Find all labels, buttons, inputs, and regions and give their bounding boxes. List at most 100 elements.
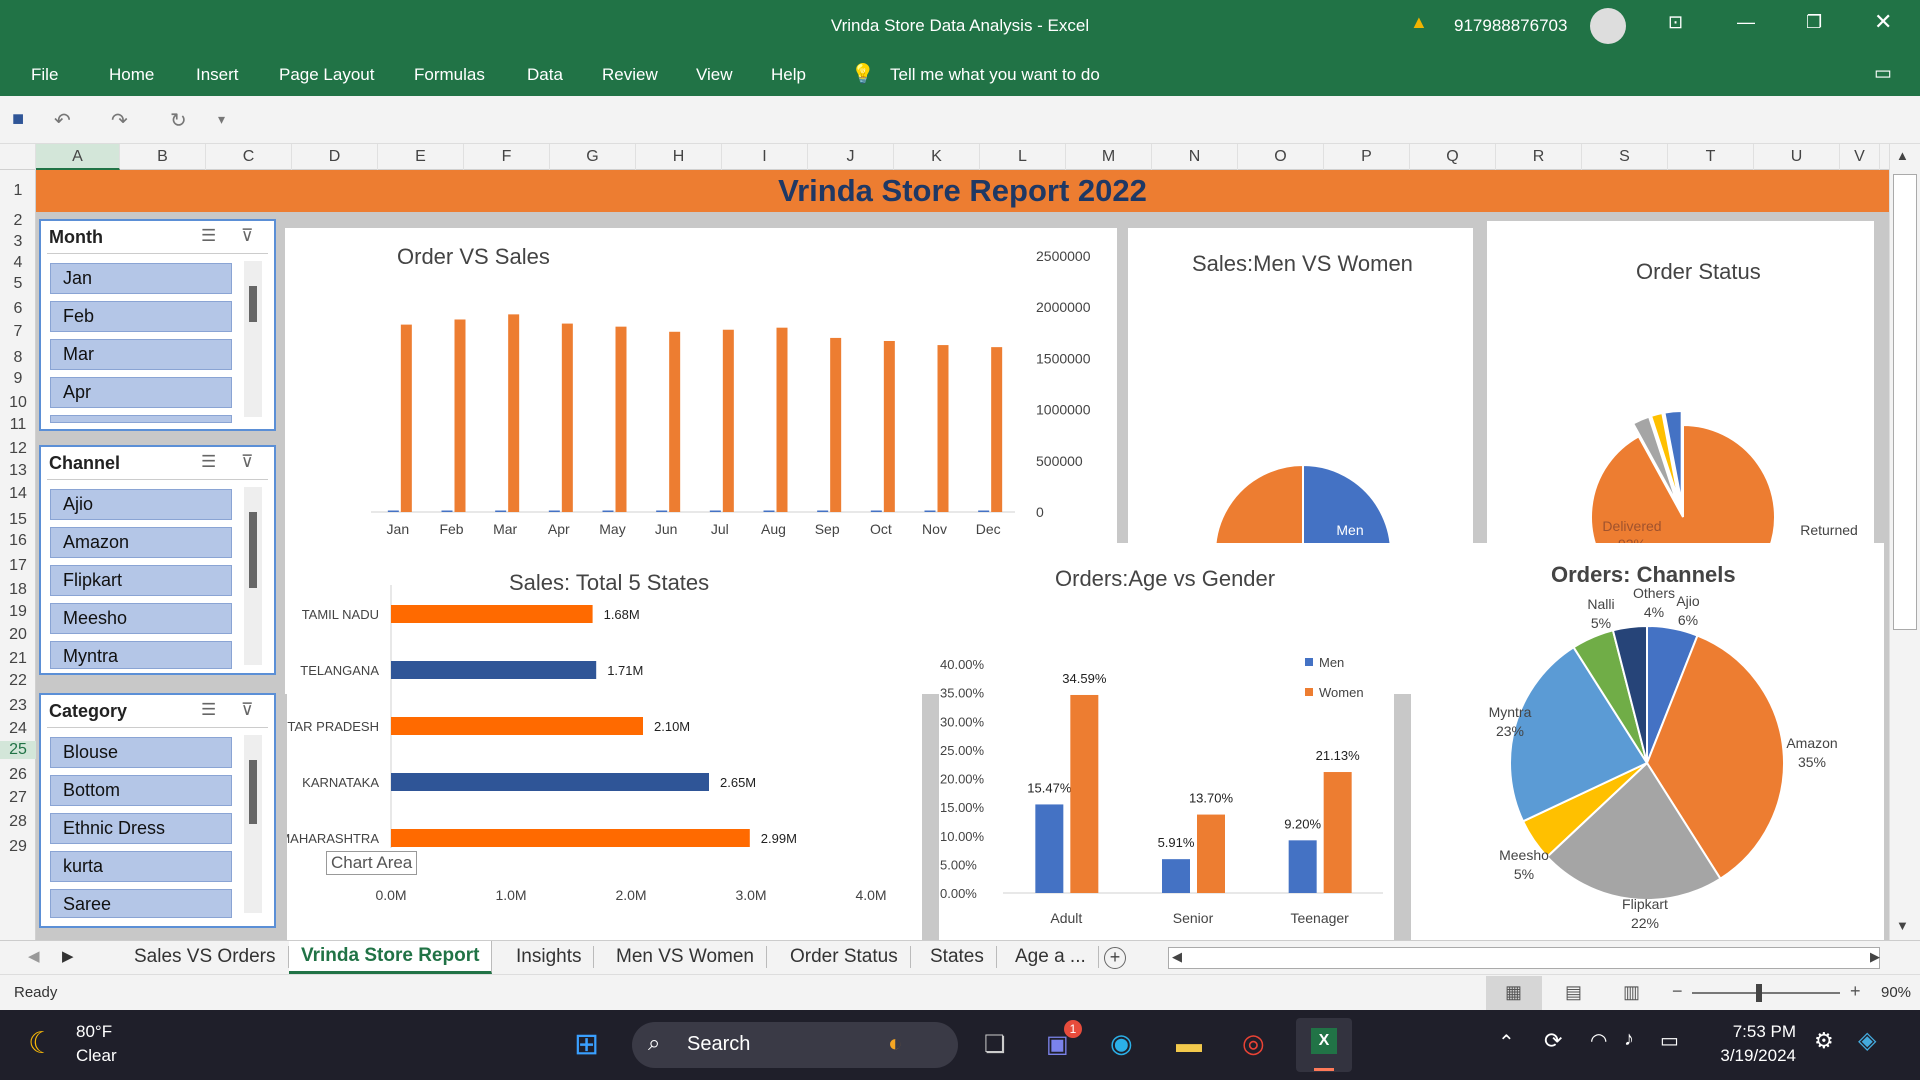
account-phone[interactable]: 917988876703 xyxy=(1454,16,1567,36)
battery-icon[interactable]: ▭ xyxy=(1660,1028,1679,1053)
undo-icon[interactable]: ↶ xyxy=(54,108,71,133)
slicer-item-bottom[interactable]: Bottom xyxy=(50,775,232,806)
chart-age-vs-gender[interactable]: Orders:Age vs Gender 40.00% 35.00% 30.00% 2… xyxy=(939,543,1394,940)
slicer-scrollbar[interactable] xyxy=(244,487,262,665)
row-header-23[interactable]: 23 xyxy=(0,697,36,715)
tell-me-box[interactable]: Tell me what you want to do xyxy=(890,65,1100,85)
column-header-g[interactable]: G xyxy=(550,144,636,170)
slicer-item-ethnic-dress[interactable]: Ethnic Dress xyxy=(50,813,232,844)
column-header-u[interactable]: U xyxy=(1754,144,1840,170)
multi-select-icon[interactable]: ☰ xyxy=(201,226,216,246)
tab-home[interactable]: Home xyxy=(109,65,154,85)
slicer-scrollbar[interactable] xyxy=(244,735,262,913)
redo-icon[interactable]: ↷ xyxy=(111,108,128,133)
slicer-category[interactable]: Category ☰ ⊽ Blouse Bottom Ethnic Dress … xyxy=(39,693,276,928)
slicer-item-blouse[interactable]: Blouse xyxy=(50,737,232,768)
row-header-17[interactable]: 17 xyxy=(0,557,36,575)
tab-file[interactable]: File xyxy=(31,65,58,85)
column-header-i[interactable]: I xyxy=(722,144,808,170)
row-header-13[interactable]: 13 xyxy=(0,462,36,480)
comments-icon[interactable]: ▭ xyxy=(1874,62,1892,85)
task-view-icon[interactable]: ❏ xyxy=(984,1030,1006,1059)
wifi-icon[interactable]: ◠ xyxy=(1590,1028,1607,1053)
multi-select-icon[interactable]: ☰ xyxy=(201,452,216,472)
column-header-r[interactable]: R xyxy=(1496,144,1582,170)
column-header-j[interactable]: J xyxy=(808,144,894,170)
tab-data[interactable]: Data xyxy=(527,65,563,85)
clock-date[interactable]: 3/19/2024 xyxy=(1714,1046,1796,1066)
slicer-item-feb[interactable]: Feb xyxy=(50,301,232,332)
refresh-icon[interactable]: ↻ xyxy=(170,108,187,133)
chart-channels[interactable]: Orders: Channels Ajio 6% Amazon 35% Flipkart… xyxy=(1411,543,1884,940)
row-header-3[interactable]: 3 xyxy=(0,233,36,251)
tab-review[interactable]: Review xyxy=(602,65,658,85)
row-header-12[interactable]: 12 xyxy=(0,440,36,458)
tab-insert[interactable]: Insert xyxy=(196,65,239,85)
moon-icon[interactable]: ☾ xyxy=(28,1026,55,1061)
sync-icon[interactable]: ⟳ xyxy=(1544,1028,1562,1054)
ribbon-display-icon[interactable]: ⊡ xyxy=(1668,12,1683,33)
row-header-5[interactable]: 5 xyxy=(0,275,36,293)
sheet-tab-men-vs-women[interactable]: Men VS Women xyxy=(604,946,767,968)
customize-toolbar-icon[interactable]: ▾ xyxy=(218,111,225,128)
select-all-corner[interactable] xyxy=(0,144,36,170)
row-header-15[interactable]: 15 xyxy=(0,511,36,529)
column-header-b[interactable]: B xyxy=(120,144,206,170)
row-header-27[interactable]: 27 xyxy=(0,789,36,807)
tab-formulas[interactable]: Formulas xyxy=(414,65,485,85)
taskbar-search-box[interactable] xyxy=(632,1022,958,1068)
slicer-item-amazon[interactable]: Amazon xyxy=(50,527,232,558)
tab-view[interactable]: View xyxy=(696,65,733,85)
column-header-m[interactable]: M xyxy=(1066,144,1152,170)
column-header-d[interactable]: D xyxy=(292,144,378,170)
close-icon[interactable]: ✕ xyxy=(1874,9,1892,35)
row-header-11[interactable]: 11 xyxy=(0,416,36,434)
vertical-scrollbar[interactable]: ▲ ▼ xyxy=(1889,144,1920,940)
slicer-scrollbar[interactable] xyxy=(244,261,262,417)
slicer-item-apr[interactable]: Apr xyxy=(50,377,232,408)
row-header-24[interactable]: 24 xyxy=(0,720,36,738)
minimize-icon[interactable]: — xyxy=(1737,12,1755,33)
row-header-29[interactable]: 29 xyxy=(0,838,36,856)
sheet-tab-insights[interactable]: Insights xyxy=(504,946,595,968)
row-header-21[interactable]: 21 xyxy=(0,650,36,668)
account-icon[interactable] xyxy=(1590,8,1626,44)
row-header-28[interactable]: 28 xyxy=(0,813,36,831)
show-hidden-icons[interactable]: ⌃ xyxy=(1498,1030,1515,1055)
volume-icon[interactable]: ♪ xyxy=(1624,1028,1634,1051)
zoom-out-icon[interactable]: − xyxy=(1672,981,1683,1002)
scroll-right-icon[interactable]: ▶ xyxy=(1870,949,1880,965)
slicer-item-jan[interactable]: Jan xyxy=(50,263,232,294)
save-icon[interactable]: ■ xyxy=(12,108,24,131)
row-header-7[interactable]: 7 xyxy=(0,323,36,341)
horizontal-scrollbar[interactable] xyxy=(1168,947,1880,969)
tab-help[interactable]: Help xyxy=(771,65,806,85)
slicer-month[interactable]: Month ☰ ⊽ Jan Feb Mar Apr xyxy=(39,219,276,431)
sheet-tab-sales-vs-orders[interactable]: Sales VS Orders xyxy=(122,946,289,968)
column-header-p[interactable]: P xyxy=(1324,144,1410,170)
copilot-icon[interactable]: ◈ xyxy=(1858,1026,1876,1055)
row-header-1[interactable]: 1 xyxy=(0,182,36,200)
chrome-icon[interactable]: ◎ xyxy=(1242,1028,1265,1059)
sheet-tab-vrinda-store-report[interactable]: Vrinda Store Report xyxy=(289,941,493,974)
row-header-4[interactable]: 4 xyxy=(0,254,36,272)
row-header-6[interactable]: 6 xyxy=(0,300,36,318)
row-header-8[interactable]: 8 xyxy=(0,349,36,367)
column-header-f[interactable]: F xyxy=(464,144,550,170)
row-header-20[interactable]: 20 xyxy=(0,626,36,644)
column-header-q[interactable]: Q xyxy=(1410,144,1496,170)
row-header-18[interactable]: 18 xyxy=(0,581,36,599)
zoom-level[interactable]: 90% xyxy=(1881,984,1911,1001)
tab-page-layout[interactable]: Page Layout xyxy=(279,65,374,85)
row-header-16[interactable]: 16 xyxy=(0,532,36,550)
clear-filter-icon[interactable]: ⊽ xyxy=(241,452,253,472)
multi-select-icon[interactable]: ☰ xyxy=(201,700,216,720)
slicer-item-myntra[interactable]: Myntra xyxy=(50,641,232,669)
sheet-tab-age[interactable]: Age a ... xyxy=(1003,946,1099,968)
column-header-a[interactable]: A xyxy=(36,144,120,170)
zoom-in-icon[interactable]: + xyxy=(1850,981,1861,1002)
row-header-10[interactable]: 10 xyxy=(0,394,36,412)
clock-time[interactable]: 7:53 PM xyxy=(1716,1022,1796,1042)
column-header-s[interactable]: S xyxy=(1582,144,1668,170)
row-header-14[interactable]: 14 xyxy=(0,485,36,503)
